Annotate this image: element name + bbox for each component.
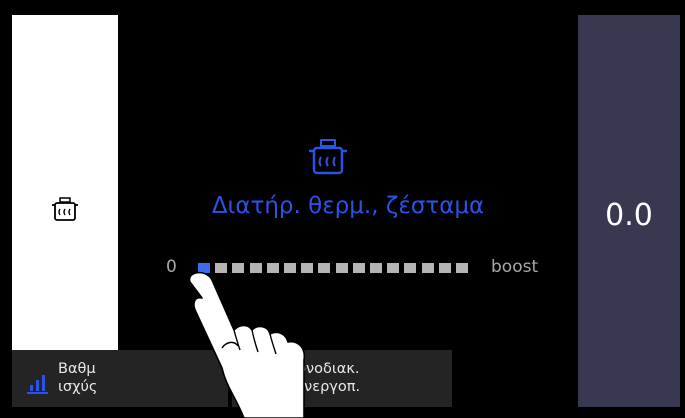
power-segment[interactable] bbox=[387, 263, 400, 273]
power-segment[interactable] bbox=[421, 263, 434, 273]
power-segment[interactable] bbox=[404, 263, 417, 273]
cooking-zone-panel[interactable] bbox=[12, 15, 118, 407]
power-segment[interactable] bbox=[438, 263, 451, 273]
power-min-label: 0 bbox=[166, 257, 177, 277]
timer-value: 0.0 bbox=[605, 198, 653, 233]
power-button-line2: ισχύς bbox=[58, 379, 98, 395]
pointing-hand-icon bbox=[188, 271, 306, 418]
pot-steam-icon bbox=[309, 139, 347, 175]
power-segment[interactable] bbox=[352, 263, 365, 273]
power-segment[interactable] bbox=[456, 263, 468, 273]
mode-title: Διατήρ. θερμ., ζέσταμα bbox=[211, 193, 485, 219]
timer-panel[interactable]: 0.0 bbox=[578, 15, 680, 407]
pot-steam-icon bbox=[52, 197, 78, 221]
power-button-line1: Βαθμ bbox=[58, 361, 96, 377]
power-max-label: boost bbox=[491, 257, 539, 277]
power-segment[interactable] bbox=[370, 263, 382, 273]
power-level-icon bbox=[27, 375, 48, 394]
